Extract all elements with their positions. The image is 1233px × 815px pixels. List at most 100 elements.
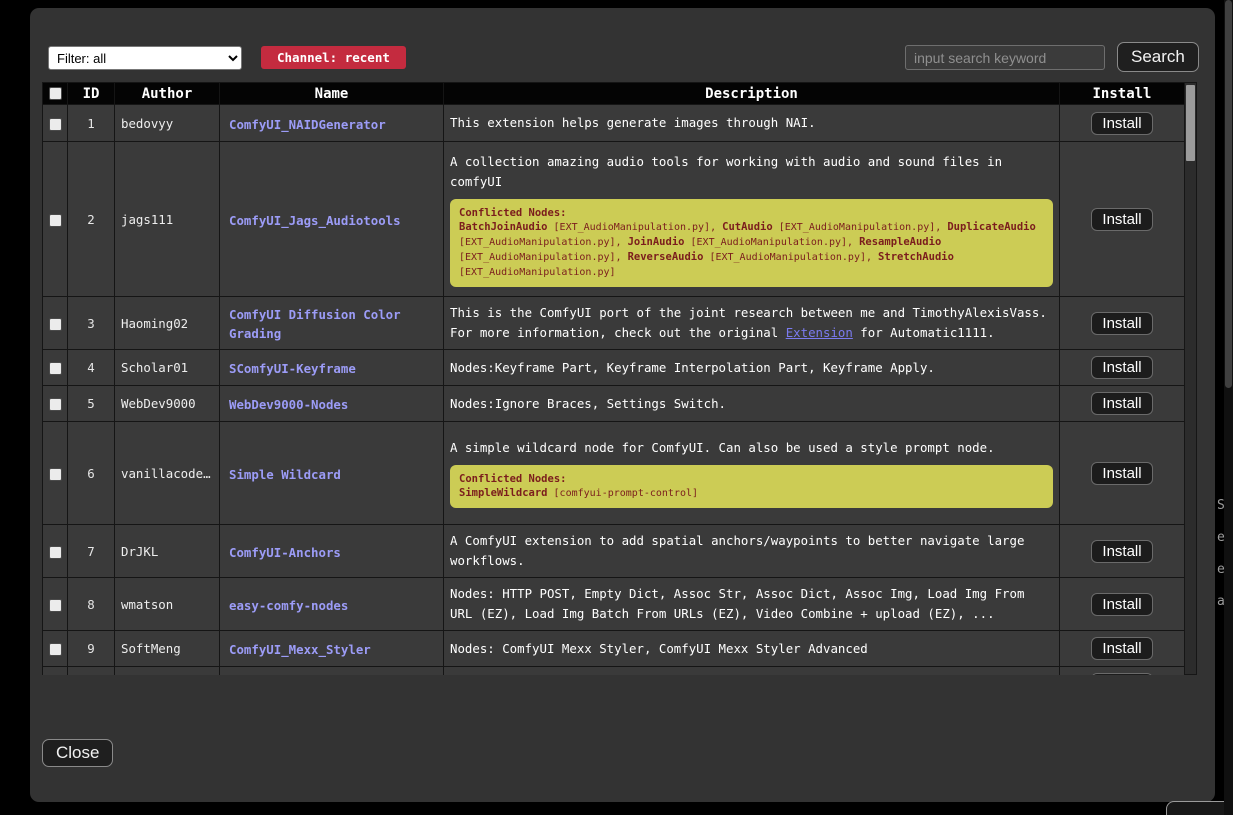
extension-table-body: 1bedovyyComfyUI_NAIDGeneratorThis extens… — [43, 105, 1185, 676]
id-cell: 2 — [68, 142, 115, 297]
close-button[interactable]: Close — [42, 739, 113, 767]
extension-name-link[interactable]: ComfyUI_NAIDGenerator — [229, 117, 386, 132]
description-cell: A ComfyUI extension to add spatial ancho… — [444, 525, 1060, 578]
install-button[interactable]: Install — [1091, 593, 1152, 616]
extension-name-link[interactable]: ComfyUI_Jags_Audiotools — [229, 213, 401, 228]
name-cell: SComfyUI-Keyframe — [220, 350, 444, 386]
id-cell: 6 — [68, 422, 115, 525]
install-button[interactable]: Install — [1091, 208, 1152, 231]
extension-name-link[interactable]: easy-comfy-nodes — [229, 598, 348, 613]
description-text: for Automatic1111. — [853, 325, 995, 340]
table-row: 5WebDev9000WebDev9000-NodesNodes:Ignore … — [43, 386, 1185, 422]
description-cell: A collection amazing audio tools for wor… — [444, 142, 1060, 297]
table-row: 8wmatsoneasy-comfy-nodesNodes: HTTP POST… — [43, 578, 1185, 631]
select-all-checkbox[interactable] — [49, 87, 62, 100]
description-text: This extension helps generate images thr… — [450, 115, 816, 130]
conflict-title: Conflicted Nodes: — [459, 206, 1044, 220]
extension-name-link[interactable]: ComfyUI Diffusion Color Grading — [229, 307, 401, 341]
page-scrollbar-thumb[interactable] — [1225, 0, 1232, 388]
search-input[interactable] — [905, 45, 1105, 70]
background-partial-button[interactable] — [1166, 801, 1233, 815]
name-cell: WebDev9000-Nodes — [220, 386, 444, 422]
row-checkbox[interactable] — [49, 362, 62, 375]
name-cell: ComfyUI Diffusion Color Grading — [220, 297, 444, 350]
description-cell: Nodes:Ignore Braces, Settings Switch. — [444, 386, 1060, 422]
description-header: Description — [444, 83, 1060, 105]
install-button[interactable]: Install — [1091, 540, 1152, 563]
extension-name-link[interactable]: WebDev9000-Nodes — [229, 397, 348, 412]
row-checkbox[interactable] — [49, 118, 62, 131]
extension-name-link[interactable]: SComfyUI-Keyframe — [229, 361, 356, 376]
row-checkbox[interactable] — [49, 546, 62, 559]
search-button[interactable]: Search — [1117, 42, 1199, 72]
description-cell: Nodes: ComfyUI Mexx Styler, ComfyUI Mexx… — [444, 631, 1060, 667]
install-cell: Install — [1060, 525, 1185, 578]
conflict-node-name: JoinAudio — [628, 236, 685, 248]
description-cell: Nodes: Yolov8Detection, Yolov8Segmentati… — [444, 667, 1060, 676]
install-button[interactable]: Install — [1091, 673, 1152, 675]
table-scrollbar[interactable] — [1184, 82, 1197, 675]
row-checkbox[interactable] — [49, 398, 62, 411]
install-button[interactable]: Install — [1091, 112, 1152, 135]
description-text: A simple wildcard node for ComfyUI. Can … — [450, 440, 995, 455]
conflict-warning: Conflicted Nodes:BatchJoinAudio [EXT_Aud… — [450, 199, 1053, 287]
conflict-node-source: [EXT_AudioManipulation.py], — [703, 252, 878, 263]
page-scrollbar[interactable] — [1224, 0, 1233, 815]
conflict-node-name: StretchAudio — [878, 251, 954, 263]
conflict-list: BatchJoinAudio [EXT_AudioManipulation.py… — [459, 220, 1044, 280]
custom-nodes-dialog: Filter: all Channel: recent Search ID Au… — [30, 8, 1215, 802]
name-cell: ComfyUI Yolov8 — [220, 667, 444, 676]
install-cell: Install — [1060, 578, 1185, 631]
conflict-node-source: [EXT_AudioManipulation.py], — [773, 222, 948, 233]
name-cell: easy-comfy-nodes — [220, 578, 444, 631]
checkbox-cell — [43, 386, 68, 422]
row-checkbox[interactable] — [49, 318, 62, 331]
conflict-list: SimpleWildcard [comfyui-prompt-control] — [459, 486, 1044, 501]
conflict-node-name: ReverseAudio — [628, 251, 704, 263]
table-row: 6vanillacode314Simple WildcardA simple w… — [43, 422, 1185, 525]
install-button[interactable]: Install — [1091, 312, 1152, 335]
conflict-title: Conflicted Nodes: — [459, 472, 1044, 486]
install-cell: Install — [1060, 105, 1185, 142]
install-cell: Install — [1060, 297, 1185, 350]
row-checkbox[interactable] — [49, 468, 62, 481]
row-checkbox[interactable] — [49, 214, 62, 227]
table-row: 4Scholar01SComfyUI-KeyframeNodes:Keyfram… — [43, 350, 1185, 386]
table-scrollbar-thumb[interactable] — [1186, 85, 1195, 161]
table-header-row: ID Author Name Description Install — [43, 83, 1185, 105]
name-cell: ComfyUI_NAIDGenerator — [220, 105, 444, 142]
name-cell: ComfyUI_Mexx_Styler — [220, 631, 444, 667]
row-checkbox[interactable] — [49, 599, 62, 612]
install-cell: Install — [1060, 350, 1185, 386]
install-button[interactable]: Install — [1091, 462, 1152, 485]
channel-badge: Channel: recent — [261, 46, 406, 69]
filter-select[interactable]: Filter: all — [48, 46, 242, 70]
row-checkbox[interactable] — [49, 643, 62, 656]
author-cell: jags111 — [115, 142, 220, 297]
checkbox-cell — [43, 525, 68, 578]
description-link[interactable]: Extension — [786, 325, 853, 340]
extension-name-link[interactable]: ComfyUI-Anchors — [229, 545, 341, 560]
install-header: Install — [1060, 83, 1185, 105]
install-cell: Install — [1060, 667, 1185, 676]
author-header: Author — [115, 83, 220, 105]
extension-name-link[interactable]: Simple Wildcard — [229, 467, 341, 482]
install-button[interactable]: Install — [1091, 356, 1152, 379]
table-row: 3Haoming02ComfyUI Diffusion Color Gradin… — [43, 297, 1185, 350]
table-row: 10zcfrank1stComfyUI Yolov8Nodes: Yolov8D… — [43, 667, 1185, 676]
description-cell: This is the ComfyUI port of the joint re… — [444, 297, 1060, 350]
author-cell: Haoming02 — [115, 297, 220, 350]
extension-table: ID Author Name Description Install 1bedo… — [42, 82, 1185, 675]
install-button[interactable]: Install — [1091, 392, 1152, 415]
extension-name-link[interactable]: ComfyUI_Mexx_Styler — [229, 642, 371, 657]
conflict-node-source: [EXT_AudioManipulation.py], — [459, 252, 628, 263]
author-cell: DrJKL — [115, 525, 220, 578]
checkbox-cell — [43, 667, 68, 676]
id-cell: 9 — [68, 631, 115, 667]
id-cell: 8 — [68, 578, 115, 631]
install-cell: Install — [1060, 386, 1185, 422]
checkbox-cell — [43, 578, 68, 631]
id-cell: 1 — [68, 105, 115, 142]
id-cell: 4 — [68, 350, 115, 386]
install-button[interactable]: Install — [1091, 637, 1152, 660]
